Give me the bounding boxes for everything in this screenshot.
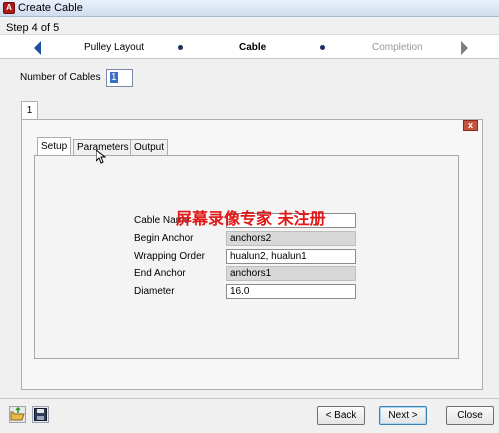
- number-of-cables-value: 1: [110, 72, 118, 83]
- app-icon: A: [3, 2, 15, 14]
- wrapping-order-label: Wrapping Order: [134, 251, 205, 262]
- wizard-step-cable: Cable: [239, 42, 267, 53]
- unregistered-watermark: 屏幕录像专家 未注册: [176, 209, 326, 228]
- tab-output[interactable]: Output: [130, 139, 169, 156]
- close-tab-icon[interactable]: x: [463, 120, 478, 131]
- tab-setup[interactable]: Setup: [37, 137, 72, 156]
- end-anchor-label: End Anchor: [134, 268, 186, 279]
- wizard-progress: Pulley Layout Cable Completion: [0, 34, 499, 59]
- back-button[interactable]: < Back: [317, 406, 365, 425]
- wizard-separator-dot-icon: [178, 45, 183, 50]
- number-of-cables-input[interactable]: 1: [106, 69, 133, 87]
- window-title: Create Cable: [18, 2, 83, 14]
- next-button[interactable]: Next >: [379, 406, 427, 425]
- wizard-step-pulley-layout: Pulley Layout: [84, 42, 145, 53]
- mouse-cursor-icon: [96, 150, 106, 164]
- diameter-field[interactable]: 16.0: [226, 284, 356, 299]
- begin-anchor-field: anchors2: [226, 231, 356, 246]
- step-indicator: Step 4 of 5: [6, 22, 60, 34]
- next-step-arrow-icon[interactable]: [461, 41, 468, 55]
- wizard-step-completion: Completion: [372, 42, 423, 53]
- previous-step-arrow-icon[interactable]: [34, 41, 41, 55]
- open-folder-icon[interactable]: [9, 406, 26, 423]
- cable-tab-1[interactable]: 1: [21, 101, 38, 120]
- wrapping-order-field[interactable]: hualun2, hualun1: [226, 249, 356, 264]
- close-button[interactable]: Close: [446, 406, 494, 425]
- diameter-label: Diameter: [134, 286, 175, 297]
- begin-anchor-label: Begin Anchor: [134, 233, 194, 244]
- title-bar: A Create Cable: [0, 0, 499, 17]
- end-anchor-field: anchors1: [226, 266, 356, 281]
- number-of-cables-label: Number of Cables: [20, 72, 101, 83]
- wizard-separator-dot-icon: [320, 45, 325, 50]
- save-icon[interactable]: [32, 406, 49, 423]
